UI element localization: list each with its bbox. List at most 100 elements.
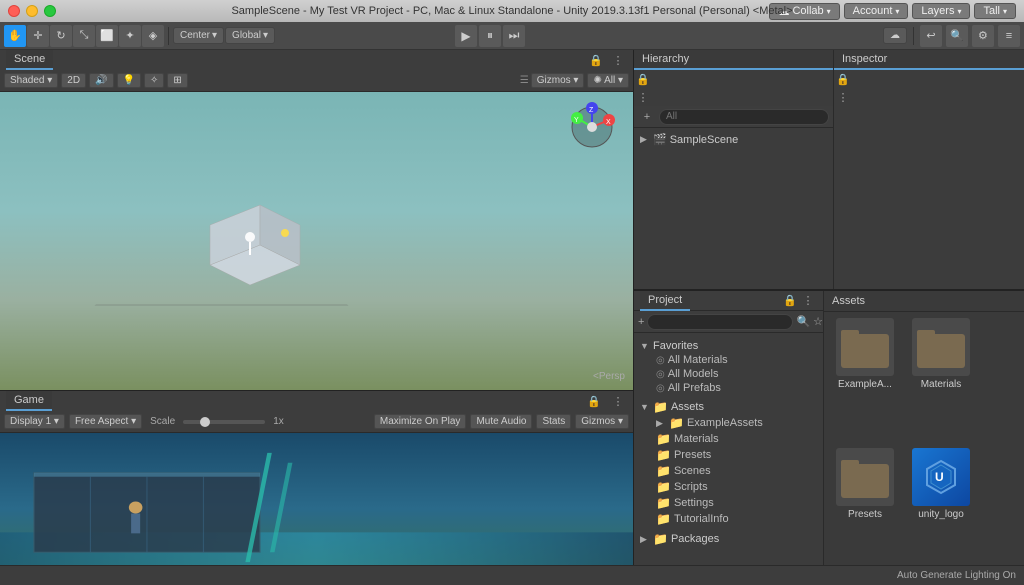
all-layers-dropdown[interactable]: ✺ All ▾ (587, 73, 629, 88)
project-add-icon[interactable]: + (638, 313, 644, 331)
scene-gizmo[interactable]: X Y Z (565, 100, 625, 160)
project-tab[interactable]: Project (640, 291, 690, 311)
tool-hand[interactable]: ✋ (4, 25, 26, 47)
all-models-item[interactable]: ◎ All Models (634, 367, 823, 381)
settings-icon[interactable]: ⚙ (972, 25, 994, 47)
project-search[interactable] (647, 314, 793, 330)
tool-rotate[interactable]: ↻ (50, 25, 72, 47)
layers-arrow-icon: ▾ (957, 7, 961, 16)
settings-folder-item[interactable]: 📁 Settings (634, 495, 823, 511)
game-canvas (0, 433, 633, 585)
lighting-icon[interactable]: 💡 (117, 73, 141, 88)
shading-dropdown[interactable]: Shaded ▾ (4, 73, 58, 88)
mute-audio[interactable]: Mute Audio (470, 414, 532, 429)
2d-button[interactable]: 2D (61, 73, 86, 88)
close-button[interactable] (8, 5, 20, 17)
tool-group: ✋ ✛ ↻ ⤡ ⬜ ✦ ◈ (4, 25, 164, 47)
hierarchy-add-icon[interactable]: + (638, 108, 656, 126)
inspector-panel: Inspector 🔒 ⋮ (834, 50, 1024, 289)
maximize-on-play[interactable]: Maximize On Play (374, 414, 467, 429)
favorites-section: ▼ Favorites ◎ All Materials ◎ All Models (634, 337, 823, 397)
tutorial-folder-item[interactable]: 📁 TutorialInfo (634, 511, 823, 527)
unity-logo-asset[interactable]: U unity_logo (906, 448, 976, 572)
scale-slider[interactable] (183, 420, 265, 424)
game-lock-icon[interactable]: 🔒 (585, 392, 603, 410)
play-button[interactable]: ▶ (455, 25, 477, 47)
services-icon[interactable]: ☁ (883, 27, 907, 44)
game-more-icon[interactable]: ⋮ (609, 392, 627, 410)
grid-icon[interactable]: ⊞ (167, 73, 187, 88)
project-star-icon[interactable]: ☆ (813, 313, 823, 331)
inspector-lock-icon[interactable]: 🔒 (834, 70, 852, 88)
project-folder-tree: ▼ Favorites ◎ All Materials ◎ All Models (634, 333, 823, 553)
step-button[interactable]: ⏭ (503, 25, 525, 47)
project-lock-icon[interactable]: 🔒 (781, 292, 799, 310)
scenes-folder-item[interactable]: 📁 Scenes (634, 463, 823, 479)
materials-asset[interactable]: Materials (906, 318, 976, 442)
hierarchy-header: Hierarchy 🔒 ⋮ (634, 50, 833, 106)
game-background (0, 433, 633, 585)
search-icon[interactable]: 🔍 (946, 25, 968, 47)
packages-folder-icon: 📁 (653, 532, 668, 546)
scene-more-icon[interactable]: ⋮ (609, 51, 627, 69)
search-circle-icon-3: ◎ (656, 383, 665, 394)
pivot-button[interactable]: Center ▾ (173, 27, 224, 44)
hierarchy-tab[interactable]: Hierarchy (634, 50, 833, 70)
presets-folder-item[interactable]: 📁 Presets (634, 447, 823, 463)
example-assets-asset[interactable]: ExampleA... (830, 318, 900, 442)
tool-rect[interactable]: ⬜ (96, 25, 118, 47)
inspector-more-icon[interactable]: ⋮ (834, 88, 852, 106)
all-materials-item[interactable]: ◎ All Materials (634, 353, 823, 367)
tool-move[interactable]: ✛ (27, 25, 49, 47)
hierarchy-panel: Hierarchy 🔒 ⋮ + ▶ 🎬 SampleScene (634, 50, 834, 289)
layers-icon[interactable]: ≡ (998, 25, 1020, 47)
tool-scale[interactable]: ⤡ (73, 25, 95, 47)
layout-button[interactable]: Tall ▾ (974, 3, 1016, 19)
maximize-button[interactable] (44, 5, 56, 17)
window-controls (8, 5, 56, 17)
audio-icon[interactable]: 🔊 (89, 73, 113, 88)
example-arrow-icon: ▶ (656, 418, 666, 429)
scripts-folder-item[interactable]: 📁 Scripts (634, 479, 823, 495)
fx-icon[interactable]: ✧ (144, 73, 164, 88)
layout-arrow-icon: ▾ (1003, 7, 1007, 16)
minimize-button[interactable] (26, 5, 38, 17)
example-assets-item[interactable]: ▶ 📁 ExampleAssets (634, 415, 823, 431)
toolbar-separator-1 (168, 27, 169, 45)
gizmos-dropdown[interactable]: Gizmos ▾ (531, 73, 585, 88)
account-button[interactable]: Account ▾ (844, 3, 909, 19)
inspector-header: Inspector 🔒 ⋮ (834, 50, 1024, 106)
scene-tab[interactable]: Scene (6, 50, 53, 70)
project-tree: Project 🔒 ⋮ + 🔍 ☆ ⊞ (634, 291, 824, 585)
assets-header[interactable]: ▼ 📁 Assets (634, 399, 823, 415)
game-gizmos[interactable]: Gizmos ▾ (575, 414, 629, 429)
favorites-header[interactable]: ▼ Favorites (634, 339, 823, 353)
tool-custom[interactable]: ◈ (142, 25, 164, 47)
tool-transform[interactable]: ✦ (119, 25, 141, 47)
inspector-tab[interactable]: Inspector (834, 50, 1024, 70)
scene-lock-icon[interactable]: 🔒 (587, 51, 605, 69)
packages-header[interactable]: ▶ 📁 Packages (634, 531, 823, 547)
undo-icon[interactable]: ↩ (920, 25, 942, 47)
space-button[interactable]: Global ▾ (225, 27, 275, 44)
aspect-dropdown[interactable]: Free Aspect ▾ (69, 414, 142, 429)
hierarchy-sample-scene[interactable]: ▶ 🎬 SampleScene (634, 132, 833, 147)
game-panel-header: Game 🔒 ⋮ (0, 391, 633, 411)
presets-asset[interactable]: Presets (830, 448, 900, 572)
layers-button[interactable]: Layers ▾ (912, 3, 970, 19)
materials-icon (912, 318, 970, 376)
hierarchy-lock-icon[interactable]: 🔒 (634, 70, 652, 88)
materials-folder-item[interactable]: 📁 Materials (634, 431, 823, 447)
pause-button[interactable]: ⏸ (479, 25, 501, 47)
assets-folder-icon: 📁 (653, 400, 668, 414)
stats-button[interactable]: Stats (536, 414, 571, 429)
hierarchy-search[interactable] (659, 109, 829, 125)
all-prefabs-item[interactable]: ◎ All Prefabs (634, 381, 823, 395)
project-more-icon[interactable]: ⋮ (799, 292, 817, 310)
hierarchy-more-icon[interactable]: ⋮ (634, 88, 652, 106)
game-tab[interactable]: Game (6, 391, 52, 411)
titlebar-right-controls: ☁ Collab ▾ Account ▾ Layers ▾ Tall ▾ (769, 3, 1016, 20)
presets-folder-icon: 📁 (656, 448, 671, 462)
project-search-icon[interactable]: 🔍 (796, 313, 810, 331)
display-dropdown[interactable]: Display 1 ▾ (4, 414, 65, 429)
